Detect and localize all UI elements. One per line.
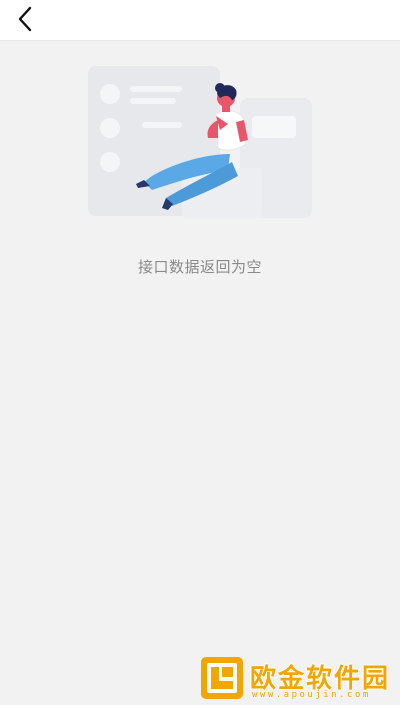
- watermark: 欧金软件园 www.apoujin.com: [200, 656, 400, 704]
- back-button[interactable]: [10, 4, 40, 34]
- empty-state-message: 接口数据返回为空: [137, 258, 262, 276]
- watermark-url: www.apoujin.com: [252, 690, 371, 700]
- top-navigation-bar: [0, 0, 400, 40]
- chevron-left-icon: [18, 6, 32, 32]
- apoujin-logo-icon: [201, 657, 243, 699]
- empty-state-illustration: [80, 58, 320, 228]
